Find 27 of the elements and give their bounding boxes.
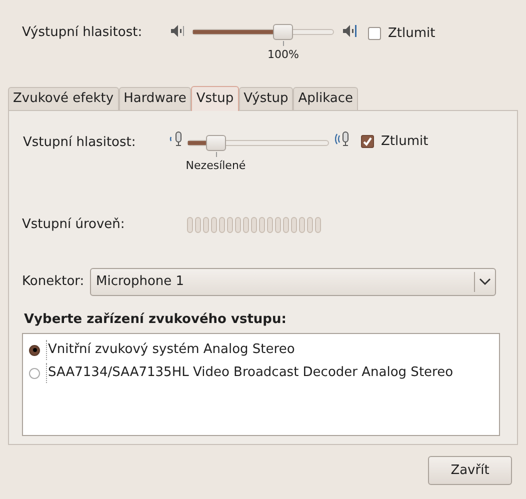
connector-dropdown[interactable]: Microphone 1 xyxy=(90,268,496,296)
input-volume-label: Vstupní hlasitost: xyxy=(23,134,137,152)
checkmark-icon xyxy=(363,137,372,146)
device-option[interactable]: Vnitřní zvukový systém Analog Stereo xyxy=(23,338,499,362)
input-level-label: Vstupní úroveň: xyxy=(22,216,126,234)
output-volume-label: Výstupní hlasitost: xyxy=(22,24,144,42)
mute-checkbox[interactable]: Ztlumit xyxy=(368,24,436,44)
slider-thumb[interactable] xyxy=(206,135,226,151)
tab[interactable]: Výstup xyxy=(238,87,294,110)
microphone-loud-icon xyxy=(335,131,351,147)
tab[interactable]: Hardware xyxy=(118,87,192,110)
tab[interactable]: Zvukové efekty xyxy=(8,87,119,110)
close-button[interactable]: Zavřít xyxy=(428,456,512,485)
slider-thumb[interactable] xyxy=(273,24,294,40)
tab[interactable]: Aplikace xyxy=(293,87,358,110)
devices-heading: Vyberte zařízení zvukového vstupu: xyxy=(24,311,288,329)
input-volume-slider[interactable] xyxy=(187,135,329,151)
tab[interactable]: Vstup xyxy=(191,86,239,111)
mute-checkbox[interactable]: Ztlumit xyxy=(361,132,428,152)
speaker-quiet-icon xyxy=(170,24,186,38)
output-volume-slider[interactable] xyxy=(192,24,334,40)
connector-label: Konektor: xyxy=(22,273,86,292)
slider-mark-label: Nezesílené xyxy=(186,158,246,174)
microphone-icon xyxy=(168,131,184,147)
speaker-loud-icon xyxy=(342,24,358,38)
slider-mark-label: 100% xyxy=(268,47,299,63)
device-option[interactable]: SAA7134/SAA7135HL Video Broadcast Decoder Analog Stereo xyxy=(23,362,499,384)
